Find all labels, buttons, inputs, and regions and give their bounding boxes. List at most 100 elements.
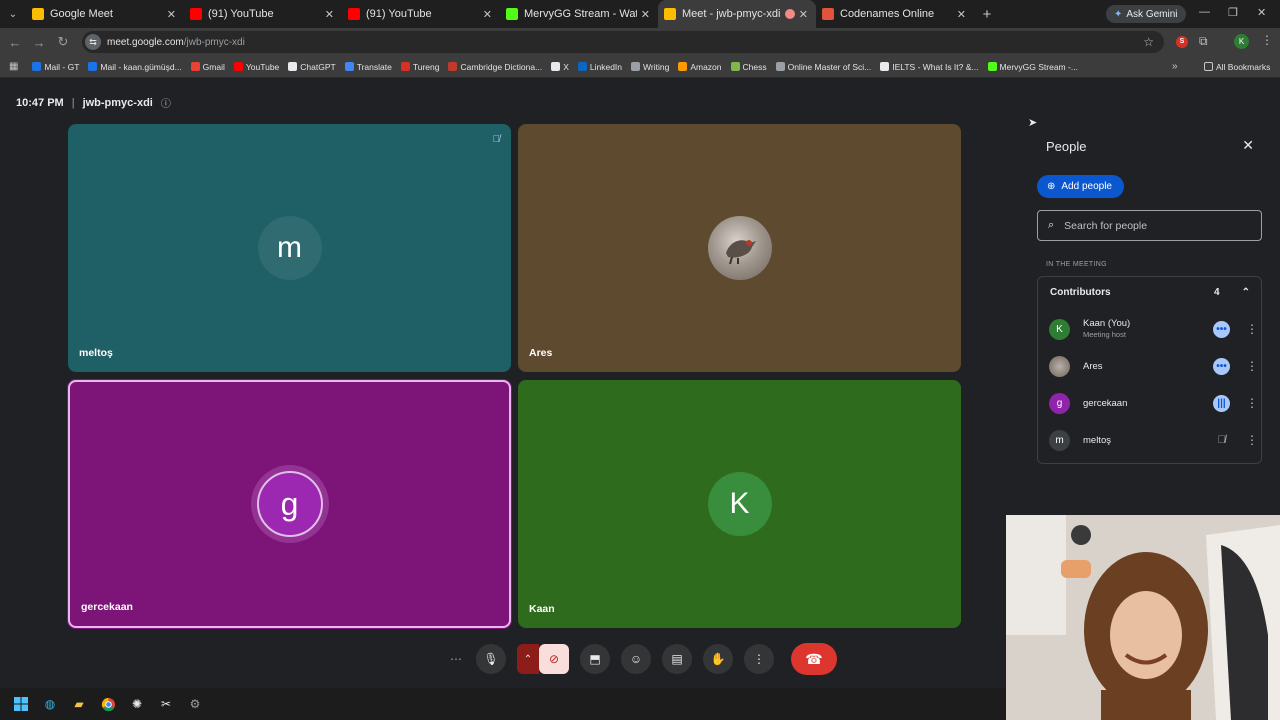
browser-tab[interactable]: Codenames Online ✕: [816, 0, 974, 28]
more-bookmarks-icon[interactable]: »: [1172, 61, 1178, 72]
browser-tab[interactable]: (91) YouTube ✕: [184, 0, 342, 28]
browser-tab[interactable]: (91) YouTube ✕: [342, 0, 500, 28]
tab-close-icon[interactable]: ✕: [325, 8, 334, 21]
close-panel-icon[interactable]: ✕: [1242, 137, 1254, 154]
contributors-header[interactable]: Contributors 4 ⌃: [1050, 287, 1250, 298]
tab-close-icon[interactable]: ✕: [957, 8, 966, 21]
bookmark-item[interactable]: Chess: [730, 62, 767, 72]
raise-hand-button[interactable]: ✋: [703, 644, 733, 674]
bookmark-item[interactable]: Online Master of Sci...: [775, 62, 871, 72]
all-bookmarks-button[interactable]: All Bookmarks: [1204, 62, 1270, 72]
participant-name: gercekaan: [1083, 397, 1128, 409]
present-screen-button[interactable]: ⬒: [580, 644, 610, 674]
participant-row[interactable]: g gercekaan ||| ⋮: [1049, 390, 1258, 416]
bookmark-item[interactable]: Tureng: [400, 62, 439, 72]
participant-name: Kaan (You): [1083, 318, 1131, 329]
avatar: g: [256, 471, 323, 537]
speaking-bars-icon: |||: [1213, 394, 1230, 412]
bookmark-item[interactable]: IELTS - What Is It? &...: [880, 62, 979, 72]
bookmark-item[interactable]: Mail - GT: [32, 62, 79, 72]
profile-avatar[interactable]: K: [1234, 34, 1249, 49]
participant-name: gercekaan: [81, 601, 133, 613]
participant-row[interactable]: K Kaan (You) Meeting host ••• ⋮: [1049, 316, 1258, 342]
tab-search-icon[interactable]: ⌄: [0, 9, 26, 20]
chatgpt-app-icon[interactable]: ✺: [128, 695, 146, 713]
forward-icon[interactable]: →: [27, 35, 51, 50]
participant-name: Ares: [529, 347, 553, 359]
extensions-puzzle-icon[interactable]: ⧉: [1199, 34, 1208, 49]
participant-tile[interactable]: m 🎙̸ meltoş: [68, 124, 511, 372]
taskbar: ◍ ▰ ✺ ✂ ⚙: [0, 688, 1006, 720]
bookmark-item[interactable]: Cambridge Dictiona...: [448, 62, 542, 72]
address-bar-row: ← → ↻ ⇆ meet.google.com/jwb-pmyc-xdi ☆ S…: [0, 28, 1280, 56]
collapse-chevron-icon[interactable]: ⌃: [1242, 287, 1250, 298]
extension-icon[interactable]: S: [1176, 36, 1188, 48]
tab-close-icon[interactable]: ✕: [167, 8, 176, 21]
audio-options-icon[interactable]: ⋯: [447, 644, 465, 674]
info-icon[interactable]: ⓘ: [161, 95, 171, 110]
ask-gemini-button[interactable]: ✦ Ask Gemini: [1106, 5, 1186, 23]
avatar: m: [1049, 429, 1070, 451]
browser-tab[interactable]: Google Meet ✕: [26, 0, 184, 28]
camera-options-chevron-icon[interactable]: ⌃: [517, 644, 539, 674]
new-tab-icon[interactable]: +: [974, 6, 1000, 23]
tab-close-icon[interactable]: ✕: [641, 8, 650, 21]
search-people-input[interactable]: ⌕ Search for people: [1037, 210, 1262, 241]
leave-call-button[interactable]: ☎: [791, 643, 837, 675]
browser-tab-active[interactable]: Meet - jwb-pmyc-xdi ✕: [658, 0, 816, 28]
settings-gear-icon[interactable]: ⚙: [186, 695, 204, 713]
bookmark-item[interactable]: LinkedIn: [577, 62, 622, 72]
bookmark-item[interactable]: YouTube: [233, 62, 279, 72]
apps-grid-icon[interactable]: ▦: [9, 61, 18, 72]
url-path: /jwb-pmyc-xdi: [183, 36, 245, 48]
gemini-sparkle-icon: ✦: [1114, 8, 1123, 20]
participant-row[interactable]: m meltoş 🎙̸ ⋮: [1049, 427, 1258, 453]
call-controls: ⋯ 🎙 ⌃ ⊘ ⬒ ☺ ▤ ✋ ⋮ ☎: [447, 641, 837, 677]
participant-tile[interactable]: Ares: [518, 124, 961, 372]
edge-browser-icon[interactable]: ◍: [41, 695, 59, 713]
participant-menu-icon[interactable]: ⋮: [1246, 396, 1258, 410]
url-field[interactable]: ⇆ meet.google.com/jwb-pmyc-xdi ☆: [82, 31, 1164, 53]
bookmark-item[interactable]: ChatGPT: [288, 62, 336, 72]
reload-icon[interactable]: ↻: [51, 34, 75, 50]
webcam-overlay: [1006, 515, 1280, 720]
bookmark-item[interactable]: MervyGG Stream -...: [987, 62, 1078, 72]
back-icon[interactable]: ←: [3, 35, 27, 50]
search-icon: ⌕: [1048, 219, 1055, 231]
maximize-icon[interactable]: ❐: [1228, 6, 1238, 19]
participant-menu-icon[interactable]: ⋮: [1246, 322, 1258, 336]
file-explorer-icon[interactable]: ▰: [70, 695, 88, 713]
participant-menu-icon[interactable]: ⋮: [1246, 359, 1258, 373]
search-placeholder: Search for people: [1064, 219, 1148, 232]
participant-name: Ares: [1083, 360, 1103, 372]
browser-tab[interactable]: MervyGG Stream - Watch Live o ✕: [500, 0, 658, 28]
captions-button[interactable]: ▤: [662, 644, 692, 674]
add-people-button[interactable]: ⊕ Add people: [1037, 175, 1124, 198]
participant-menu-icon[interactable]: ⋮: [1246, 433, 1258, 447]
more-options-button[interactable]: ⋮: [744, 644, 774, 674]
bookmark-star-icon[interactable]: ☆: [1143, 35, 1154, 49]
tab-close-icon[interactable]: ✕: [483, 8, 492, 21]
meeting-code: jwb-pmyc-xdi: [82, 96, 153, 109]
emoji-reactions-button[interactable]: ☺: [621, 644, 651, 674]
participant-row[interactable]: Ares ••• ⋮: [1049, 353, 1258, 379]
minimize-icon[interactable]: —: [1199, 6, 1210, 18]
browser-menu-icon[interactable]: ⋮: [1261, 33, 1273, 47]
camera-off-button[interactable]: ⊘: [539, 644, 569, 674]
bookmark-item[interactable]: Writing: [631, 62, 669, 72]
participant-tile-active-speaker[interactable]: g gercekaan: [68, 380, 511, 628]
bookmark-item[interactable]: X: [551, 62, 569, 72]
close-window-icon[interactable]: ✕: [1257, 6, 1266, 19]
bookmark-item[interactable]: Amazon: [678, 62, 722, 72]
bookmark-item[interactable]: Translate: [344, 62, 392, 72]
tab-close-icon[interactable]: ✕: [799, 8, 808, 21]
participant-tile[interactable]: K Kaan: [518, 380, 961, 628]
windows-start-icon[interactable]: [12, 695, 30, 713]
microphone-button[interactable]: 🎙: [476, 644, 506, 674]
chrome-browser-icon[interactable]: [99, 695, 117, 713]
url-host: meet.google.com: [107, 36, 184, 48]
bookmark-item[interactable]: Gmail: [190, 62, 225, 72]
site-info-icon[interactable]: ⇆: [85, 34, 101, 50]
bookmark-item[interactable]: Mail - kaan.gümüşd...: [88, 62, 182, 72]
snipping-tool-icon[interactable]: ✂: [157, 695, 175, 713]
